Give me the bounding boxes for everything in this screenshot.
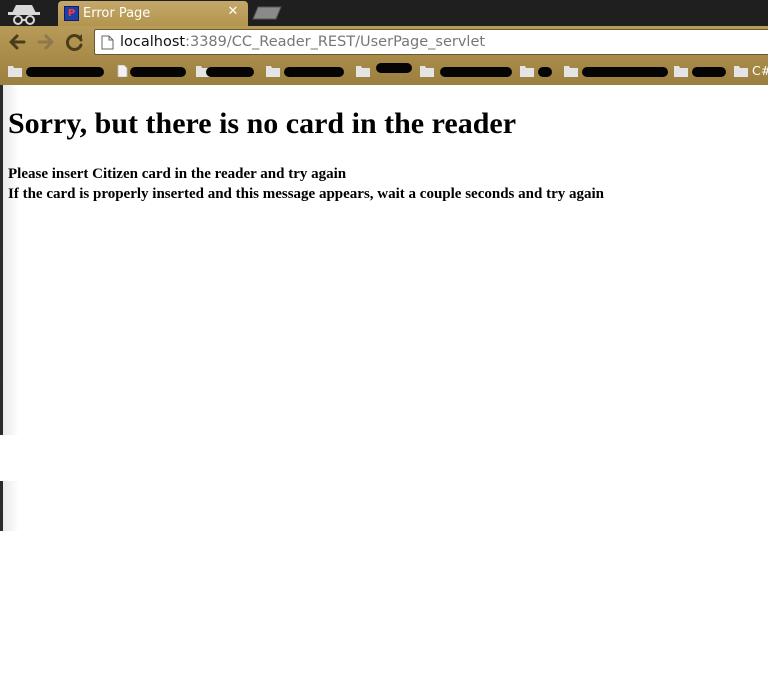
- redacted-label: [130, 67, 186, 77]
- redacted-label: [440, 67, 512, 77]
- folder-icon: [420, 66, 434, 77]
- bookmarks-bar: C#: [0, 58, 768, 85]
- url-text: localhost:3389/CC_Reader_REST/UserPage_s…: [120, 34, 485, 50]
- new-tab-button[interactable]: [252, 6, 282, 20]
- bookmark-item[interactable]: [564, 63, 668, 80]
- folder-icon: [564, 66, 578, 77]
- incognito-icon: [8, 5, 40, 25]
- bookmark-item[interactable]: [266, 63, 344, 80]
- forward-arrow-icon[interactable]: [34, 30, 58, 54]
- page-icon: [117, 65, 128, 77]
- redacted-label: [284, 67, 344, 77]
- browser-toolbar: localhost:3389/CC_Reader_REST/UserPage_s…: [0, 26, 768, 58]
- bookmark-item[interactable]: [116, 63, 186, 80]
- window-edge-shadow: [3, 481, 19, 531]
- bookmark-item-csharp[interactable]: C#: [734, 63, 768, 80]
- bookmark-item[interactable]: [196, 63, 254, 80]
- folder-icon: [356, 66, 370, 77]
- bookmark-item[interactable]: [520, 63, 554, 80]
- tab-strip: P Error Page ✕: [0, 0, 768, 26]
- url-path: :3389/CC_Reader_REST/UserPage_servlet: [185, 34, 486, 50]
- reload-icon[interactable]: [63, 30, 87, 54]
- redacted-label: [376, 63, 412, 73]
- folder-icon: [674, 66, 688, 77]
- folder-icon: [266, 66, 280, 77]
- site-favicon-icon: P: [64, 6, 79, 21]
- retry-hint-text: If the card is properly inserted and thi…: [8, 186, 604, 202]
- redacted-label: [582, 67, 668, 77]
- address-bar[interactable]: localhost:3389/CC_Reader_REST/UserPage_s…: [94, 29, 768, 55]
- bookmark-item[interactable]: [674, 63, 728, 80]
- tab-title: Error Page: [83, 6, 151, 21]
- bookmark-label: C#: [752, 63, 768, 78]
- bookmark-item[interactable]: [420, 63, 512, 80]
- folder-icon: [520, 66, 534, 77]
- folder-icon: [8, 66, 22, 77]
- folder-icon: [734, 66, 748, 77]
- back-arrow-icon[interactable]: [5, 30, 29, 54]
- tab-error-page[interactable]: P Error Page ✕: [58, 1, 248, 26]
- redacted-label: [206, 67, 254, 77]
- redacted-label: [26, 67, 104, 77]
- redacted-label: [538, 67, 552, 77]
- page-content: Sorry, but there is no card in the reade…: [0, 85, 768, 689]
- page-icon: [101, 35, 114, 50]
- redacted-label: [692, 67, 726, 77]
- close-icon[interactable]: ✕: [226, 5, 240, 19]
- instruction-text: Please insert Citizen card in the reader…: [8, 166, 347, 182]
- url-host: localhost: [120, 34, 186, 50]
- bookmark-item[interactable]: [8, 63, 104, 80]
- bookmark-item[interactable]: [356, 63, 412, 80]
- page-title: Sorry, but there is no card in the reade…: [8, 107, 517, 140]
